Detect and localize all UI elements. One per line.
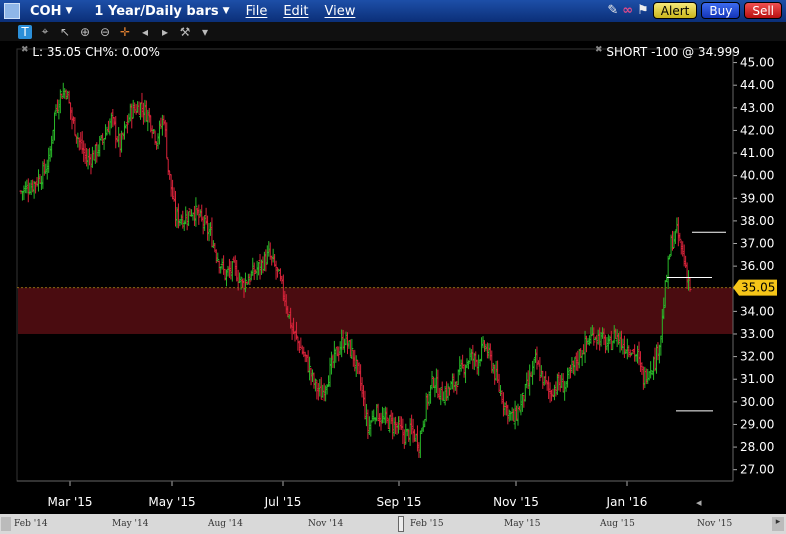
chart-toolbar: T ⌖ ↖ ⊕ ⊖ ✛ ◂ ▸ ⚒ ▾	[0, 22, 786, 41]
scroller-label-4: Feb '15	[410, 519, 444, 529]
x-tick-label-2: Jul '15	[264, 495, 302, 509]
buy-button[interactable]: Buy	[701, 2, 741, 19]
title-bar: COH ▼ 1 Year/Daily bars ▼ File Edit View…	[0, 0, 786, 22]
scroller-label-6: Aug '15	[600, 519, 635, 529]
last-price-label: 35.05	[741, 281, 775, 295]
alert-button[interactable]: Alert	[652, 2, 698, 19]
cross-icon[interactable]: ✛	[118, 25, 132, 39]
y-tick-label-1: 28.00	[740, 440, 774, 454]
readout-text: L: 35.05 CH%: 0.00%	[32, 45, 160, 59]
y-tick-label-10: 37.00	[740, 237, 774, 251]
y-tick-label-5: 32.00	[740, 350, 774, 364]
link-icon[interactable]: ∞	[622, 3, 633, 18]
y-tick-label-6: 33.00	[740, 327, 774, 341]
price-chart[interactable]: 27.00 28.00 29.00 30.00 31.00 32.00 33.00 34.00…	[0, 41, 786, 514]
scroll-left-icon[interactable]: ◂	[138, 25, 152, 39]
app-logo-icon	[4, 3, 20, 19]
flag-icon[interactable]: ⚑	[637, 3, 649, 18]
y-tick-label-7: 34.00	[740, 304, 774, 318]
y-tick-label-0: 27.00	[740, 463, 774, 477]
y-tick-label-14: 41.00	[740, 146, 774, 160]
time-scroller[interactable]: ▸ Feb '14 May '14 Aug '14 Nov '14 Feb '15 May…	[0, 514, 786, 534]
y-tick-label-18: 45.00	[740, 56, 774, 70]
crosshair-icon[interactable]: ⌖	[38, 24, 52, 39]
menu-file[interactable]: File	[246, 4, 268, 19]
y-tick-label-13: 40.00	[740, 169, 774, 183]
position-readout: ✖ SHORT -100 @ 34.999	[595, 45, 740, 59]
scroll-right-icon[interactable]: ▸	[158, 25, 172, 39]
toolbar-dropdown-icon[interactable]: ▾	[198, 25, 212, 39]
period-dropdown-icon[interactable]: ▼	[223, 6, 230, 16]
scroller-right-arrow-icon[interactable]: ▸	[772, 517, 784, 531]
x-tick-label-3: Sep '15	[377, 495, 422, 509]
sell-button[interactable]: Sell	[744, 2, 782, 19]
zoom-out-icon[interactable]: ⊖	[98, 25, 112, 39]
symbol-selector[interactable]: COH	[30, 4, 61, 19]
x-tick-label-0: Mar '15	[47, 495, 92, 509]
scroller-left-handle[interactable]	[1, 517, 11, 531]
x-tick-label-4: Nov '15	[493, 495, 539, 509]
text-tool-icon[interactable]: T	[18, 24, 32, 39]
wrench-icon[interactable]: ✎	[607, 3, 618, 18]
scroller-label-7: Nov '15	[697, 519, 733, 529]
order-band	[18, 287, 733, 334]
y-tick-label-17: 44.00	[740, 78, 774, 92]
y-tick-label-12: 39.00	[740, 191, 774, 205]
scroller-thumb[interactable]	[398, 516, 404, 532]
menu-edit[interactable]: Edit	[283, 4, 308, 19]
symbol-dropdown-icon[interactable]: ▼	[65, 6, 72, 16]
scroller-label-1: May '14	[112, 519, 149, 529]
zoom-in-icon[interactable]: ⊕	[78, 25, 92, 39]
scroller-label-2: Aug '14	[208, 519, 243, 529]
position-text: SHORT -100 @ 34.999	[606, 45, 740, 59]
y-tick-label-4: 31.00	[740, 372, 774, 386]
x-tick-label-5: Jan '16	[606, 495, 648, 509]
tools-icon[interactable]: ⚒	[178, 25, 192, 39]
scroller-label-0: Feb '14	[14, 519, 48, 529]
title-actions: ✎ ∞ ⚑ Alert Buy Sell	[607, 2, 782, 19]
chart-canvas[interactable]: 27.00 28.00 29.00 30.00 31.00 32.00 33.00 34.00…	[0, 41, 786, 514]
plot-area[interactable]	[16, 48, 734, 482]
x-tick-label-1: May '15	[148, 495, 195, 509]
position-marker-icon: ✖	[595, 45, 603, 55]
y-tick-label-15: 42.00	[740, 123, 774, 137]
y-tick-label-11: 38.00	[740, 214, 774, 228]
menu-view[interactable]: View	[325, 4, 356, 19]
y-tick-label-3: 30.00	[740, 395, 774, 409]
pointer-icon[interactable]: ↖	[58, 25, 72, 39]
scroller-label-3: Nov '14	[308, 519, 344, 529]
y-tick-label-9: 36.00	[740, 259, 774, 273]
scroller-label-5: May '15	[504, 519, 541, 529]
period-selector[interactable]: 1 Year/Daily bars	[94, 4, 218, 19]
price-readout: ✖ L: 35.05 CH%: 0.00%	[21, 45, 160, 59]
y-tick-label-16: 43.00	[740, 101, 774, 115]
readout-marker-icon: ✖	[21, 45, 29, 55]
y-tick-label-2: 29.00	[740, 417, 774, 431]
chart-end-marker-icon[interactable]: ◂	[696, 496, 702, 509]
